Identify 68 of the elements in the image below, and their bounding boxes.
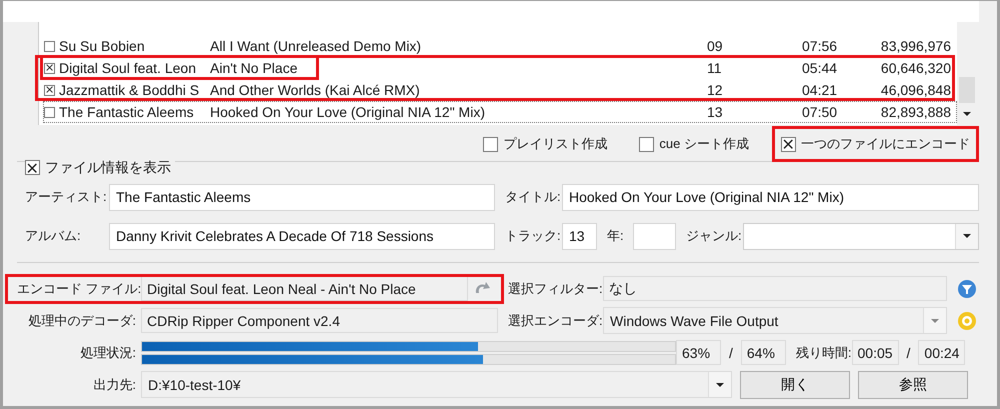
track-field[interactable]: 13 xyxy=(562,222,597,250)
filter-field: なし xyxy=(603,276,947,302)
field-label: エンコード ファイル: xyxy=(17,280,141,298)
checkbox[interactable] xyxy=(44,62,55,74)
field-label: ジャンル: xyxy=(686,227,743,246)
down-arrow-icon[interactable] xyxy=(963,112,971,116)
dialog-button[interactable]: 開く xyxy=(740,370,850,399)
artist-field[interactable]: The Fantastic Aleems xyxy=(109,184,495,211)
title-field[interactable]: Hooked On Your Love (Original NIA 12" Mix) xyxy=(562,184,979,211)
file-size-cell-text: 82,893,888 xyxy=(880,104,951,120)
field-label: 年: xyxy=(607,227,625,246)
field-label: トラック: xyxy=(505,227,562,246)
title-cell-text: Ain't No Place xyxy=(210,60,298,76)
field-label: 処理中のデコーダ: xyxy=(27,312,137,330)
track-number-cell-text: 13 xyxy=(707,104,724,120)
checkbox[interactable] xyxy=(44,106,55,118)
file-size-cell-text: 60,646,320 xyxy=(880,60,951,76)
track-number-cell-text: 12 xyxy=(707,82,724,98)
field-label: 出力先: xyxy=(92,376,137,394)
cross-mark-icon xyxy=(46,86,54,94)
artist-cell-text: The Fantastic Aleems xyxy=(59,104,195,120)
duration-cell-text: 04:21 xyxy=(802,82,838,98)
field-label: 処理状況: xyxy=(79,344,137,362)
time-field: 00:24 xyxy=(918,340,966,366)
duration-cell-text: 05:44 xyxy=(802,60,838,76)
dropdown-arrow-icon[interactable] xyxy=(716,382,724,387)
encode-file-field: Digital Soul feat. Leon Neal - Ain't No Place xyxy=(141,276,468,302)
output-folder-dropdown[interactable]: D:¥10-test-10¥ xyxy=(141,371,732,398)
artist-cell-text: Digital Soul feat. Leon xyxy=(59,60,197,76)
filter-icon[interactable] xyxy=(957,278,977,299)
checkbox-option[interactable]: cue シート作成 xyxy=(630,126,758,162)
field-label: 選択エンコーダ: xyxy=(508,312,603,330)
title-cell-text: All I Want (Unreleased Demo Mix) xyxy=(210,38,422,54)
time-field: 00:05 xyxy=(852,340,899,366)
separator-text: / xyxy=(728,344,734,361)
percent-field: 63% xyxy=(676,340,721,366)
cross-mark-icon xyxy=(783,138,794,150)
artist-cell-text: Su Su Bobien xyxy=(59,38,146,54)
cross-mark-icon xyxy=(46,64,54,72)
cross-mark-icon xyxy=(27,162,38,173)
show-file-info-checkbox[interactable]: ファイル情報を表示 xyxy=(25,158,175,177)
artist-cell-text: Jazzmattik & Boddhi S xyxy=(59,82,200,98)
file-size-cell-text: 83,996,976 xyxy=(880,38,951,54)
title-cell-text: Hooked On Your Love (Original NIA 12" Mix) xyxy=(210,104,486,120)
album-field[interactable]: Danny Krivit Celebrates A Decade Of 718 Sessions xyxy=(109,222,495,250)
field-label: 残り時間: xyxy=(796,344,852,362)
separator-text: / xyxy=(906,344,912,361)
track-number-cell-text: 11 xyxy=(707,60,723,76)
checkbox-option[interactable]: プレイリスト作成 xyxy=(474,126,616,162)
field-label: アーティスト: xyxy=(25,188,108,206)
encoder-dropdown[interactable]: Windows Wave File Output xyxy=(603,307,947,334)
title-cell-text: And Other Worlds (Kai Alcé RMX) xyxy=(210,82,421,98)
file-size-cell-text: 46,096,848 xyxy=(880,82,951,98)
dialog-button[interactable]: 参照 xyxy=(858,370,968,399)
track-number-cell-text: 09 xyxy=(707,38,724,54)
dropdown-arrow-icon[interactable] xyxy=(963,234,971,238)
percent-field: 64% xyxy=(740,340,786,366)
duration-cell-text: 07:50 xyxy=(802,104,838,120)
field-label: 選択フィルター: xyxy=(508,280,603,298)
highlighted-checkbox-option[interactable]: 一つのファイルにエンコード xyxy=(772,126,979,162)
field-label: アルバム: xyxy=(25,227,82,246)
duration-cell-text: 07:56 xyxy=(802,38,838,54)
scrollbar[interactable] xyxy=(957,22,977,125)
decoder-field: CDRip Ripper Component v2.4 xyxy=(141,308,498,334)
checkbox[interactable] xyxy=(44,40,55,52)
checkbox[interactable] xyxy=(44,84,55,96)
year-field[interactable] xyxy=(633,222,676,250)
field-label: タイトル: xyxy=(505,188,562,206)
